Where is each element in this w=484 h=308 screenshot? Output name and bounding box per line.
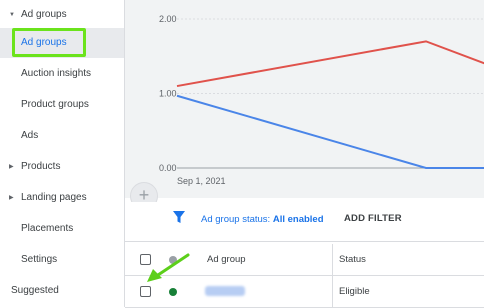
column-header-status[interactable]: Status	[339, 254, 366, 265]
x-tick-label: Sep 1, 2021	[177, 176, 226, 186]
filter-icon[interactable]	[173, 211, 185, 224]
row-checkbox[interactable]	[140, 286, 151, 297]
sidebar-item-ads[interactable]: Ads	[0, 121, 124, 151]
column-divider	[332, 244, 333, 275]
sidebar-item-label: Landing pages	[21, 192, 87, 203]
sidebar-item-label: Products	[21, 161, 61, 172]
ad-group-name-link[interactable]	[205, 286, 245, 296]
sidebar-item-product-groups[interactable]: Product groups	[0, 90, 124, 120]
filter-value: All enabled	[272, 214, 324, 225]
caret-right-icon: ▶	[9, 195, 14, 201]
status-dot	[169, 288, 177, 296]
add-filter-button[interactable]: ADD FILTER	[344, 213, 402, 224]
sidebar-item-settings[interactable]: Settings	[0, 245, 124, 275]
sidebar-group-ad-groups[interactable]: ▼ Ad groups	[0, 0, 124, 30]
annotation-arrow-icon	[147, 253, 190, 282]
sidebar-suggested-label: Suggested	[11, 285, 59, 296]
sidebar-suggested-header[interactable]: Suggested	[0, 276, 124, 306]
caret-right-icon: ▶	[9, 164, 14, 170]
sidebar-item-landing-pages[interactable]: ▶ Landing pages	[0, 183, 124, 213]
sidebar-item-label: Placements	[21, 223, 74, 234]
status-cell: Eligible	[339, 286, 370, 297]
sidebar-item-label: Settings	[21, 254, 58, 265]
y-tick-label: 0.00	[159, 163, 177, 173]
sidebar-item-placements[interactable]: Placements	[0, 214, 124, 244]
sidebar-group-label: Ad groups	[21, 9, 67, 20]
series-line-1	[176, 94, 484, 169]
filter-prefix: Ad group status:	[201, 214, 271, 225]
column-divider	[332, 276, 333, 307]
performance-chart: 0.00 1.00 2.00 Sep 1, 2021	[125, 0, 484, 198]
filter-bar: Ad group status: All enabled ADD FILTER	[125, 202, 484, 236]
sidebar: ▼ Ad groups Ad groups Auction insights P…	[0, 0, 125, 307]
sidebar-item-label: Ads	[21, 130, 39, 141]
sidebar-item-products[interactable]: ▶ Products	[0, 152, 124, 182]
y-tick-label: 1.00	[159, 89, 177, 99]
y-tick-label: 2.00	[159, 14, 177, 24]
column-header-ad-group[interactable]: Ad group	[207, 254, 246, 265]
caret-down-icon: ▼	[9, 12, 15, 18]
sidebar-item-auction-insights[interactable]: Auction insights	[0, 59, 124, 89]
status-filter-chip[interactable]: Ad group status: All enabled	[201, 214, 324, 225]
highlight-box	[12, 28, 86, 57]
chart-svg: 0.00 1.00 2.00 Sep 1, 2021	[159, 14, 484, 186]
series-line-0	[176, 40, 484, 88]
sidebar-item-label: Product groups	[21, 99, 89, 110]
sidebar-item-label: Auction insights	[21, 68, 92, 79]
